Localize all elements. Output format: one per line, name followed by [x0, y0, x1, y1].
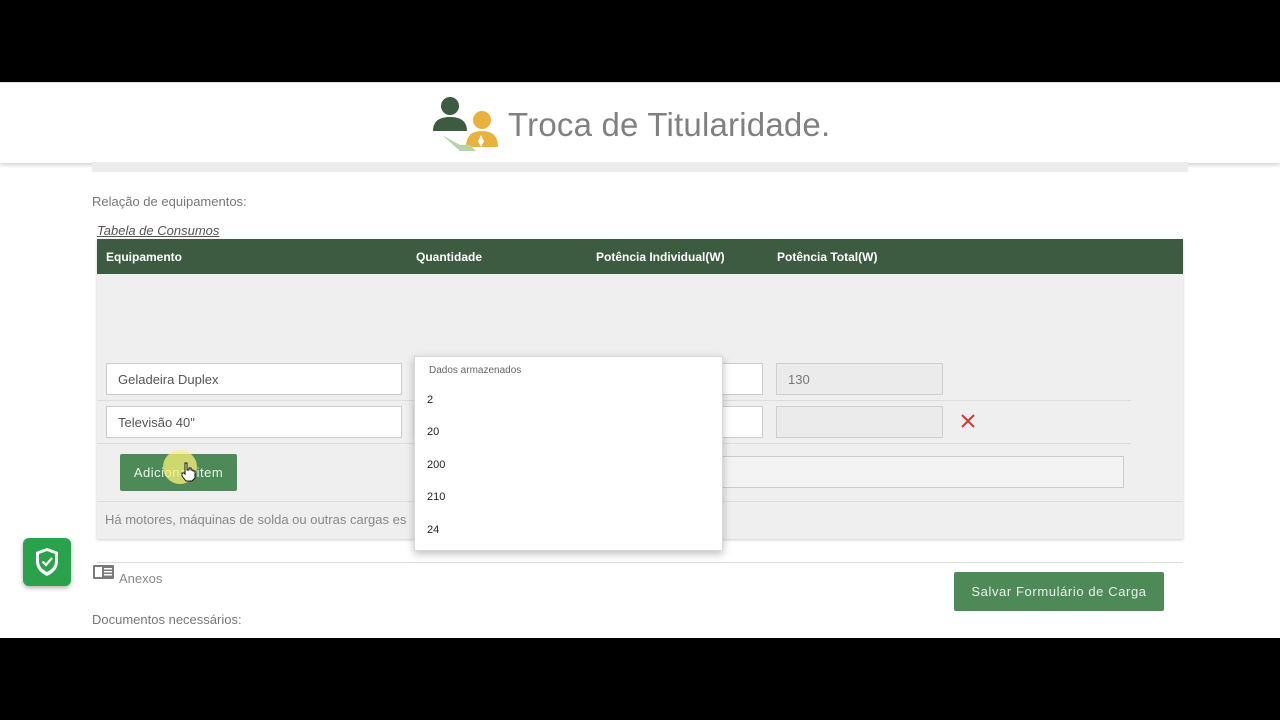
autocomplete-option[interactable]: 2	[427, 394, 433, 406]
header-potencia-total: Potência Total(W)	[777, 250, 878, 264]
page-title: Troca de Titularidade.	[508, 106, 831, 143]
users-exchange-icon	[430, 93, 502, 157]
folder-icon	[93, 565, 114, 579]
autocomplete-option[interactable]: 24	[427, 524, 439, 536]
header-equipamento: Equipamento	[106, 250, 183, 264]
observation-input[interactable]	[721, 456, 1124, 488]
autocomplete-option[interactable]: 20	[427, 426, 439, 438]
equipamento-input-row1[interactable]: Geladeira Duplex	[106, 363, 402, 395]
section-divider	[97, 562, 1183, 563]
header-divider-strip	[92, 162, 1188, 172]
header-potencia-individual: Potência Individual(W)	[596, 250, 725, 264]
motors-question: Há motores, máquinas de solda ou outras …	[105, 512, 407, 527]
table-header: Equipamento Quantidade Potência Individu…	[97, 239, 1183, 274]
potencia-total-field-row1: 130	[776, 363, 943, 395]
autocomplete-option[interactable]: 210	[427, 491, 445, 503]
table-caption: Tabela de Consumos	[97, 223, 220, 238]
header-quantidade: Quantidade	[416, 250, 483, 264]
autocomplete-dropdown: Dados armazenados 2 20 200 210 24	[414, 356, 723, 551]
hand-pointer-icon	[180, 462, 196, 487]
equipamento-input-row2[interactable]: Televisão 40"	[106, 406, 402, 438]
potencia-total-field-row2	[776, 406, 943, 438]
documents-label: Documentos necessários:	[92, 612, 242, 627]
page-header: Troca de Titularidade.	[0, 82, 1280, 163]
page-viewport: Troca de Titularidade. Relação de equipa…	[0, 82, 1280, 638]
shield-check-icon[interactable]	[23, 538, 71, 586]
equipment-section-label: Relação de equipamentos:	[92, 194, 247, 209]
save-load-form-button[interactable]: Salvar Formulário de Carga	[954, 572, 1164, 611]
header-brand: Troca de Titularidade.	[430, 93, 830, 157]
autocomplete-heading: Dados armazenados	[429, 365, 522, 376]
anexos-label[interactable]: Anexos	[119, 571, 162, 586]
autocomplete-option[interactable]: 200	[427, 459, 445, 471]
close-icon[interactable]	[960, 413, 976, 431]
